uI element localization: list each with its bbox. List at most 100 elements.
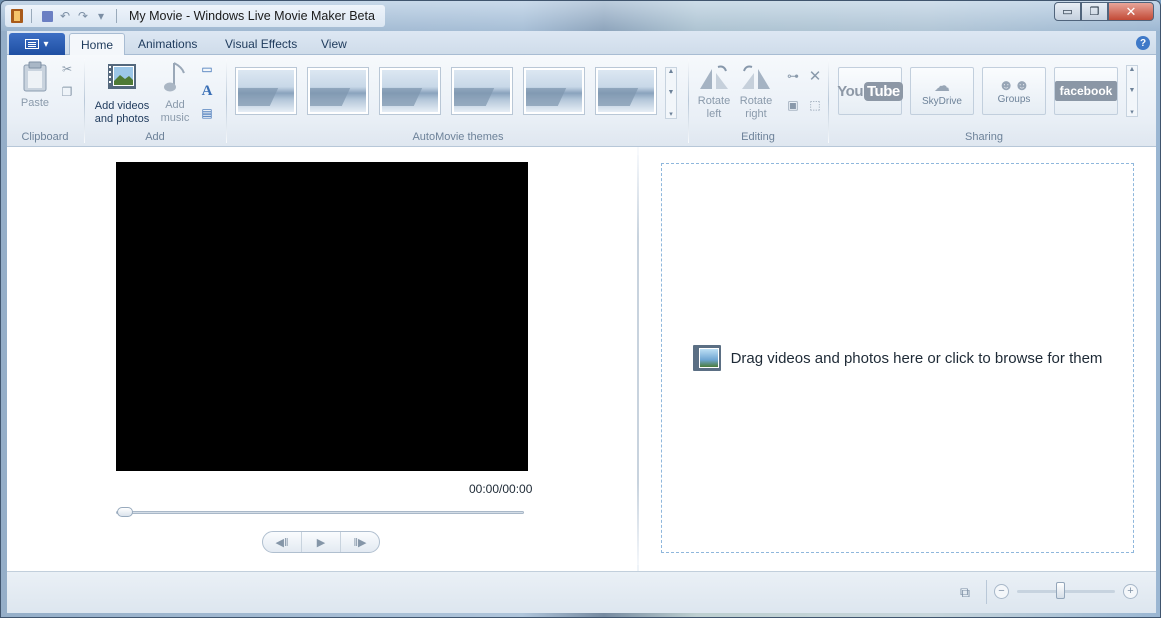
- save-icon[interactable]: [38, 7, 56, 25]
- next-frame-button[interactable]: ‖▶: [341, 532, 379, 552]
- add-videos-label-line2: and photos: [94, 113, 150, 125]
- undo-icon[interactable]: ↶: [56, 7, 74, 25]
- paste-label: Paste: [20, 97, 50, 109]
- paste-icon: [23, 61, 47, 92]
- skydrive-icon: ☁: [934, 77, 950, 95]
- gallery-expand-icon[interactable]: ▾: [669, 110, 673, 118]
- editing-group: Rotate left Rotate right ⊶ ✕ ▣ ⬚ Editing: [689, 55, 827, 147]
- chevron-down-icon: ▾: [43, 38, 49, 50]
- divider: [116, 9, 117, 23]
- playback-controls: ◀‖ ▶ ‖▶: [262, 531, 380, 553]
- automovie-themes-group: ▲ ▼ ▾ AutoMovie themes: [227, 55, 689, 147]
- close-button[interactable]: ✕: [1108, 2, 1154, 21]
- maximize-button[interactable]: ❐: [1081, 2, 1108, 21]
- add-credits-icon[interactable]: ▤: [199, 105, 215, 121]
- theme-thumbnail[interactable]: [379, 67, 441, 115]
- seek-bar-thumb[interactable]: [117, 507, 133, 517]
- theme-thumbnail[interactable]: [235, 67, 297, 115]
- tab-animations[interactable]: Animations: [127, 33, 208, 55]
- theme-thumbnail[interactable]: [451, 67, 513, 115]
- split-icon[interactable]: ⊶: [785, 68, 801, 84]
- menu-icon: [25, 39, 40, 49]
- trim-icon[interactable]: ▣: [785, 97, 801, 113]
- video-preview-monitor[interactable]: [116, 162, 528, 471]
- help-icon[interactable]: ?: [1136, 36, 1150, 50]
- playback-time: 00:00/00:00: [469, 482, 533, 496]
- rotate-right-label-line2: right: [745, 108, 767, 120]
- theme-gallery: ▲ ▼ ▾: [231, 65, 677, 123]
- storyboard-pane: Drag videos and photos here or click to …: [639, 147, 1156, 571]
- drop-zone-text: Drag videos and photos here or click to …: [730, 349, 1103, 367]
- add-media-icon: [692, 345, 721, 371]
- add-videos-label-line1: Add videos: [94, 100, 150, 112]
- play-button[interactable]: ▶: [302, 532, 341, 552]
- add-caption-icon[interactable]: A: [199, 83, 215, 99]
- automovie-themes-label: AutoMovie themes: [412, 131, 504, 143]
- zoom-out-button[interactable]: −: [994, 584, 1009, 599]
- tab-visual-effects[interactable]: Visual Effects: [214, 33, 308, 55]
- gallery-scroll-buttons[interactable]: ▲ ▼ ▾: [665, 67, 677, 119]
- thumbnail-size-icon[interactable]: ⧉: [955, 583, 975, 601]
- application-menu-button[interactable]: ▾: [9, 33, 65, 55]
- quick-access-toolbar: ↶ ↷ ▾ My Movie - Windows Live Movie Make…: [5, 5, 385, 27]
- add-music-button[interactable]: Add music: [157, 61, 193, 125]
- sharing-scroll-buttons[interactable]: ▲ ▼ ▾: [1126, 65, 1138, 117]
- movie-maker-app-icon[interactable]: [9, 8, 25, 24]
- groups-share-button[interactable]: ☻☻ Groups: [982, 67, 1046, 115]
- ribbon: Paste ✂ ❐ Clipboard Add videos and photo…: [7, 55, 1156, 147]
- previous-frame-button[interactable]: ◀‖: [263, 532, 302, 552]
- chevron-down-icon[interactable]: ▼: [1129, 87, 1136, 94]
- tab-home[interactable]: Home: [69, 33, 126, 56]
- title-bar: ↶ ↷ ▾ My Movie - Windows Live Movie Make…: [1, 1, 1160, 31]
- skydrive-share-button[interactable]: ☁ SkyDrive: [910, 67, 974, 115]
- paste-button[interactable]: Paste: [17, 61, 53, 110]
- facebook-share-button[interactable]: facebook: [1054, 67, 1118, 115]
- zoom-in-button[interactable]: +: [1123, 584, 1138, 599]
- add-music-label-line1: Add: [165, 99, 185, 111]
- rotate-left-button[interactable]: Rotate left: [695, 63, 733, 121]
- groups-label: Groups: [997, 94, 1031, 105]
- youtube-share-button[interactable]: You Tube: [837, 67, 903, 115]
- remove-icon[interactable]: ✕: [807, 68, 823, 85]
- status-bar: ⧉ − +: [7, 571, 1156, 613]
- clipboard-group-label: Clipboard: [21, 131, 69, 143]
- gallery-expand-icon[interactable]: ▾: [1130, 108, 1134, 116]
- select-all-icon[interactable]: ⬚: [807, 97, 823, 113]
- sharing-group-label: Sharing: [965, 131, 1003, 143]
- chevron-down-icon[interactable]: ▼: [668, 89, 675, 96]
- ribbon-tab-row: ▾ Home Animations Visual Effects View ?: [7, 31, 1156, 56]
- add-music-label-line2: music: [160, 112, 190, 124]
- zoom-slider-thumb[interactable]: [1056, 582, 1065, 599]
- add-videos-and-photos-button[interactable]: Add videos and photos: [89, 61, 155, 126]
- zoom-slider[interactable]: [1017, 590, 1115, 593]
- skydrive-label: SkyDrive: [921, 95, 962, 107]
- divider: [31, 9, 32, 23]
- add-group-label: Add: [145, 131, 165, 143]
- rotate-left-label-line2: left: [706, 108, 722, 120]
- theme-thumbnail[interactable]: [595, 67, 657, 115]
- window-controls: ▭ ❐ ✕: [1054, 2, 1154, 21]
- theme-thumbnail[interactable]: [523, 67, 585, 115]
- customize-dropdown-icon[interactable]: ▾: [92, 7, 110, 25]
- clipboard-group: Paste ✂ ❐ Clipboard: [7, 55, 83, 147]
- chevron-up-icon[interactable]: ▲: [1129, 66, 1136, 73]
- rotate-right-button[interactable]: Rotate right: [737, 63, 775, 121]
- theme-thumbnail[interactable]: [307, 67, 369, 115]
- groups-icon: ☻☻: [998, 77, 1030, 94]
- seek-bar[interactable]: [116, 511, 524, 514]
- cut-icon[interactable]: ✂: [59, 61, 75, 77]
- redo-icon[interactable]: ↷: [74, 7, 92, 25]
- rotate-right-label-line1: Rotate: [739, 95, 773, 107]
- add-title-icon[interactable]: ▭: [199, 61, 215, 77]
- tab-view[interactable]: View: [310, 33, 358, 55]
- music-note-icon: [164, 62, 185, 92]
- media-drop-zone[interactable]: Drag videos and photos here or click to …: [661, 163, 1134, 553]
- sharing-group: You Tube ☁ SkyDrive ☻☻ Groups facebook ▲ …: [829, 55, 1139, 147]
- copy-icon[interactable]: ❐: [59, 84, 75, 100]
- minimize-button[interactable]: ▭: [1054, 2, 1081, 21]
- app-window: ↶ ↷ ▾ My Movie - Windows Live Movie Make…: [0, 0, 1161, 618]
- add-videos-icon: [108, 64, 136, 89]
- preview-pane: 00:00/00:00 ◀‖ ▶ ‖▶: [7, 147, 637, 571]
- chevron-up-icon[interactable]: ▲: [668, 68, 675, 75]
- divider: [986, 580, 987, 604]
